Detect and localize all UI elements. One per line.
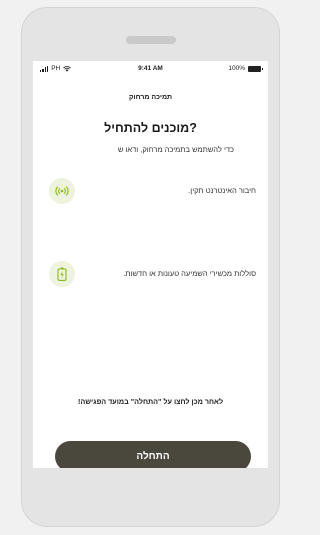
- phone-speaker: [126, 36, 176, 44]
- battery-charging-icon: [49, 261, 75, 287]
- app-screen: PH 9:41 AM 100% תמיכה מרחוק מוכנים להתחי…: [33, 61, 268, 468]
- status-bar: PH 9:41 AM 100%: [33, 61, 268, 75]
- battery-icon: [248, 65, 263, 72]
- subtitle: כדי להשתמש בתמיכה מרחוק, ודאו ש: [117, 145, 234, 154]
- wireless-signal-icon: [49, 178, 75, 204]
- main-heading: מוכנים להתחיל?: [104, 121, 197, 135]
- instruction-note: לאחר מכן לחצו על "התחלה" במועד הפגישה!: [77, 397, 224, 406]
- start-button[interactable]: התחלה: [55, 441, 251, 468]
- list-item-internet: חיבור האינטרנט תקין.: [33, 178, 268, 204]
- phone-frame: PH 9:41 AM 100% תמיכה מרחוק מוכנים להתחי…: [21, 7, 280, 527]
- list-item-label: חיבור האינטרנט תקין.: [188, 186, 256, 195]
- battery-percent: 100%: [228, 65, 245, 72]
- page-title: תמיכה מרחוק: [128, 94, 173, 101]
- list-item-label: סוללות מכשירי השמיעה טעונות או חדשות.: [123, 269, 256, 278]
- status-right: 100%: [228, 65, 263, 72]
- list-item-battery: סוללות מכשירי השמיעה טעונות או חדשות.: [33, 261, 268, 287]
